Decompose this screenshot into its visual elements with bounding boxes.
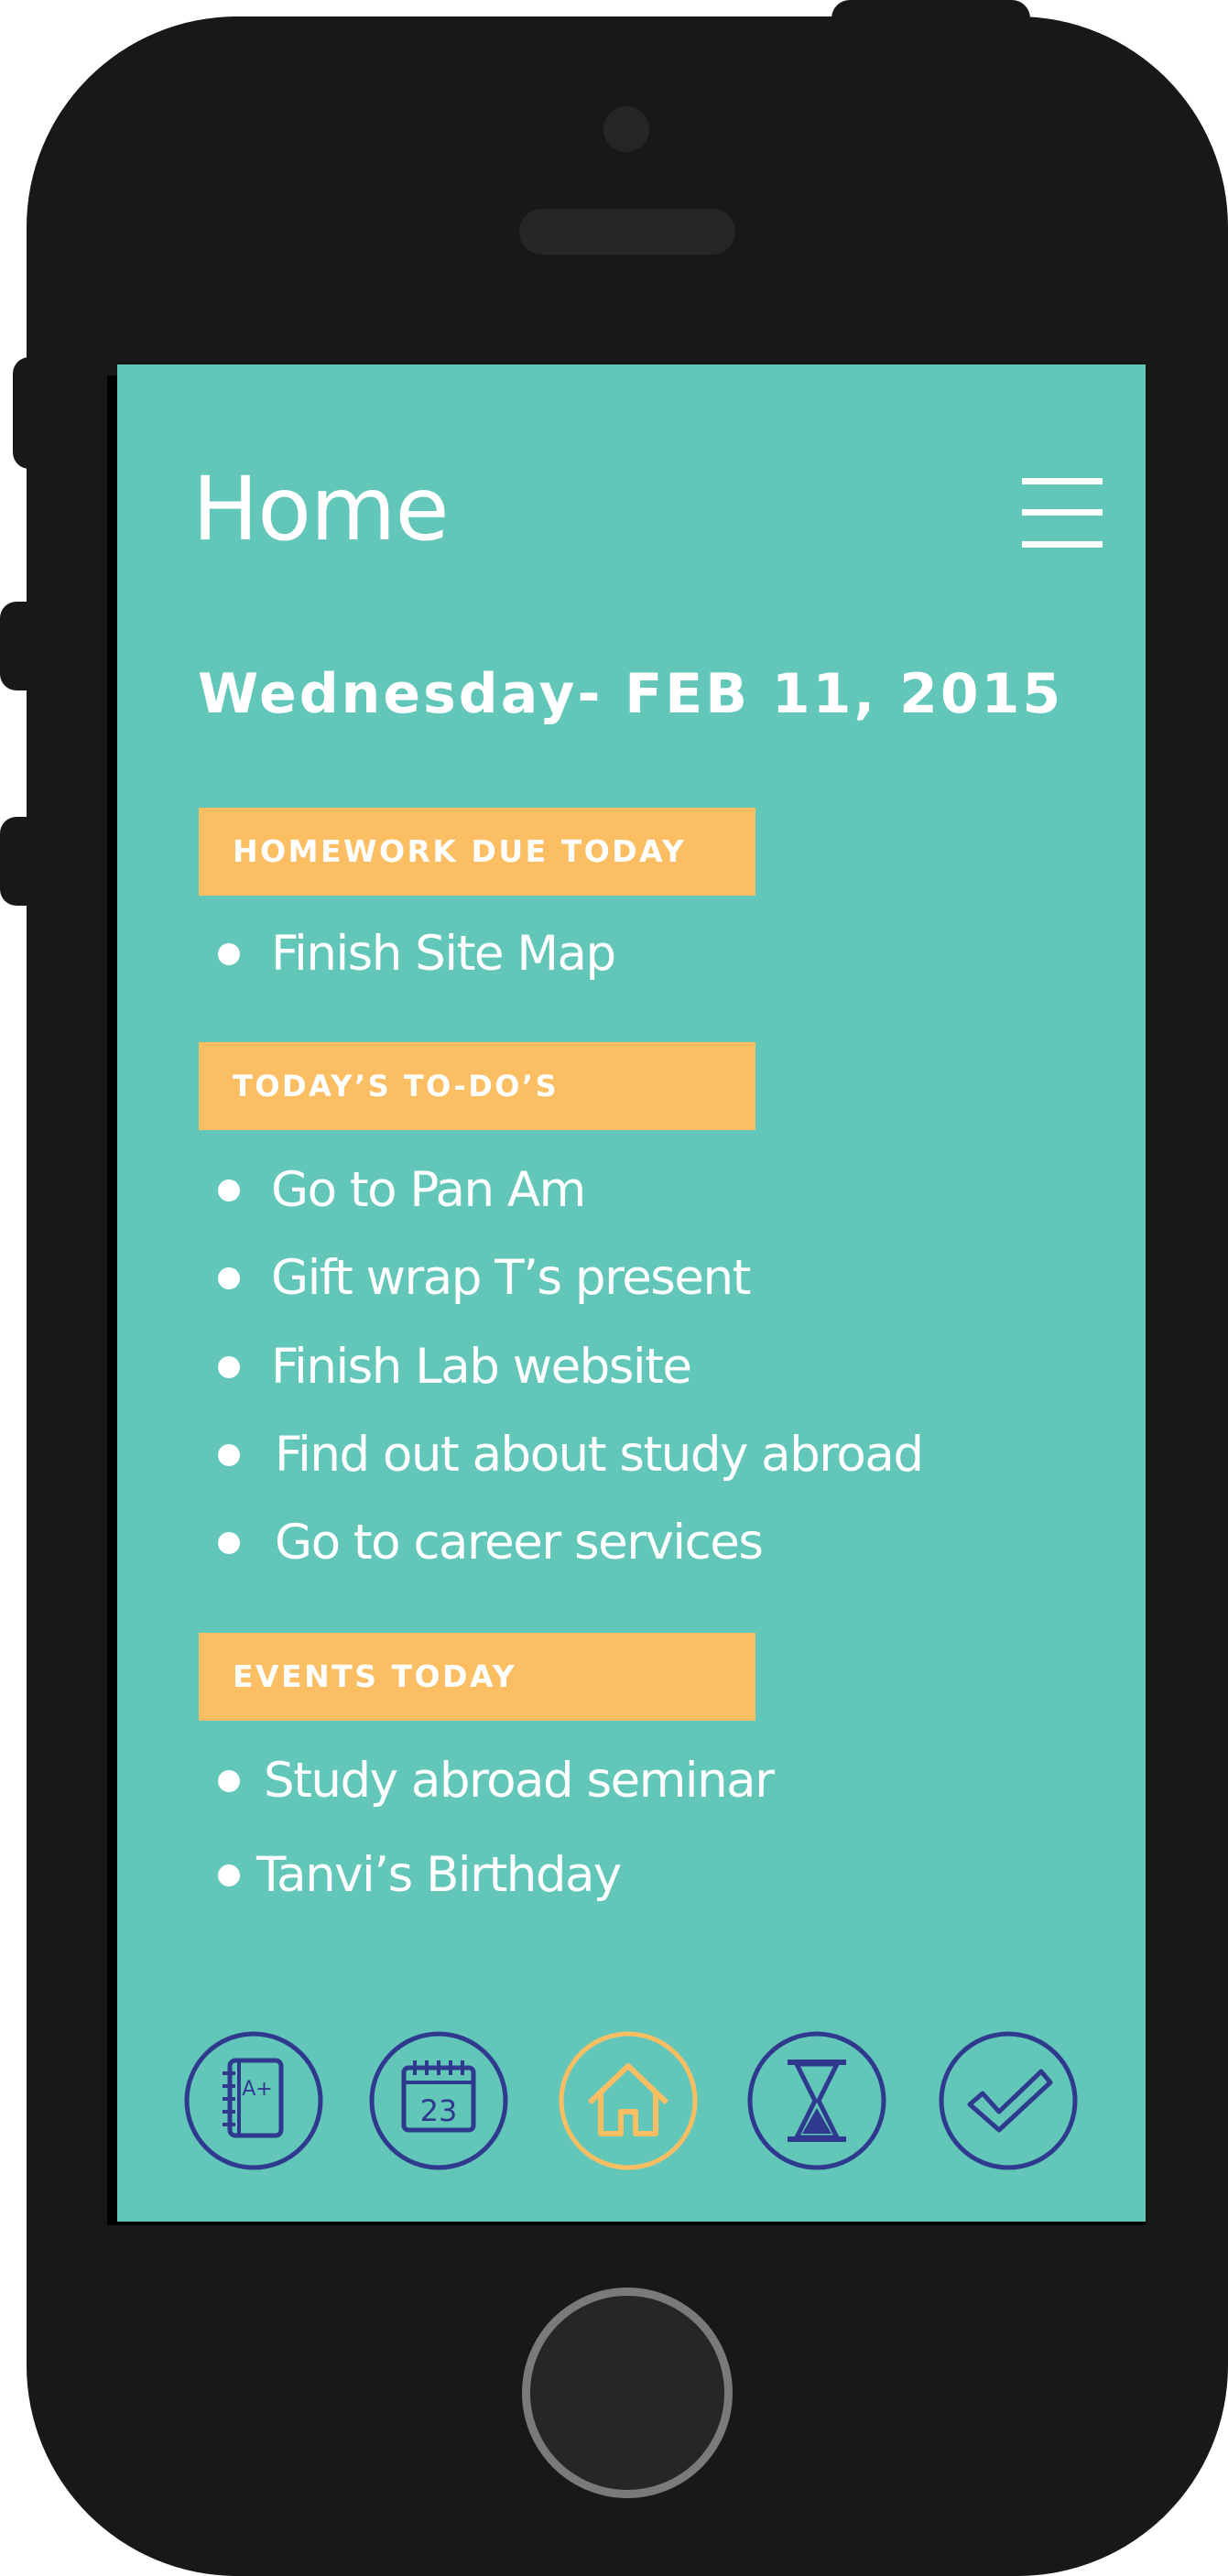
hourglass-icon	[747, 2031, 886, 2170]
gradebook-icon: A+	[184, 2031, 323, 2170]
svg-text:A+: A+	[242, 2078, 272, 2101]
bullet-icon	[218, 1444, 240, 1466]
section-header-todos: TODAY’S TO-DO’S	[199, 1042, 755, 1130]
bullet-icon	[218, 1356, 240, 1378]
section-header-events: EVENTS TODAY	[199, 1633, 755, 1721]
nav-gradebook-button[interactable]: A+	[184, 2031, 323, 2170]
bullet-icon	[218, 943, 240, 965]
nav-calendar-button[interactable]: 23	[369, 2031, 508, 2170]
nav-home-button[interactable]	[559, 2031, 698, 2170]
nav-tasks-button[interactable]	[939, 2031, 1078, 2170]
calendar-icon: 23	[369, 2031, 508, 2170]
nav-timer-button[interactable]	[747, 2031, 886, 2170]
section-header-homework: HOMEWORK DUE TODAY	[199, 808, 755, 896]
menu-button[interactable]	[1022, 478, 1103, 548]
device-home-button[interactable]	[522, 2288, 733, 2498]
list-item-label: Study abroad seminar	[264, 1753, 775, 1809]
current-date: Wednesday- FEB 11, 2015	[198, 662, 1064, 726]
bullet-icon	[218, 1179, 240, 1201]
page-title: Home	[192, 458, 449, 560]
list-item-label: Finish Lab website	[271, 1339, 692, 1395]
bullet-icon	[218, 1770, 240, 1792]
list-item-label: Gift wrap T’s present	[271, 1250, 751, 1306]
front-camera	[603, 106, 649, 152]
list-item-label: Go to career services	[275, 1515, 764, 1571]
svg-text:23: 23	[420, 2093, 458, 2128]
list-item-label: Find out about study abroad	[275, 1427, 924, 1483]
list-item-label: Go to Pan Am	[271, 1162, 586, 1218]
bullet-icon	[218, 1532, 240, 1554]
hamburger-icon	[1022, 478, 1103, 548]
list-item-label: Finish Site Map	[271, 926, 616, 982]
list-item-label: Tanvi’s Birthday	[256, 1847, 622, 1903]
app-screen: Home Wednesday- FEB 11, 2015 HOMEWORK DU…	[117, 364, 1146, 2222]
home-icon	[559, 2031, 698, 2170]
earpiece-speaker	[519, 209, 735, 255]
bullet-icon	[218, 1864, 240, 1886]
checkmark-icon	[939, 2031, 1078, 2170]
bullet-icon	[218, 1267, 240, 1289]
